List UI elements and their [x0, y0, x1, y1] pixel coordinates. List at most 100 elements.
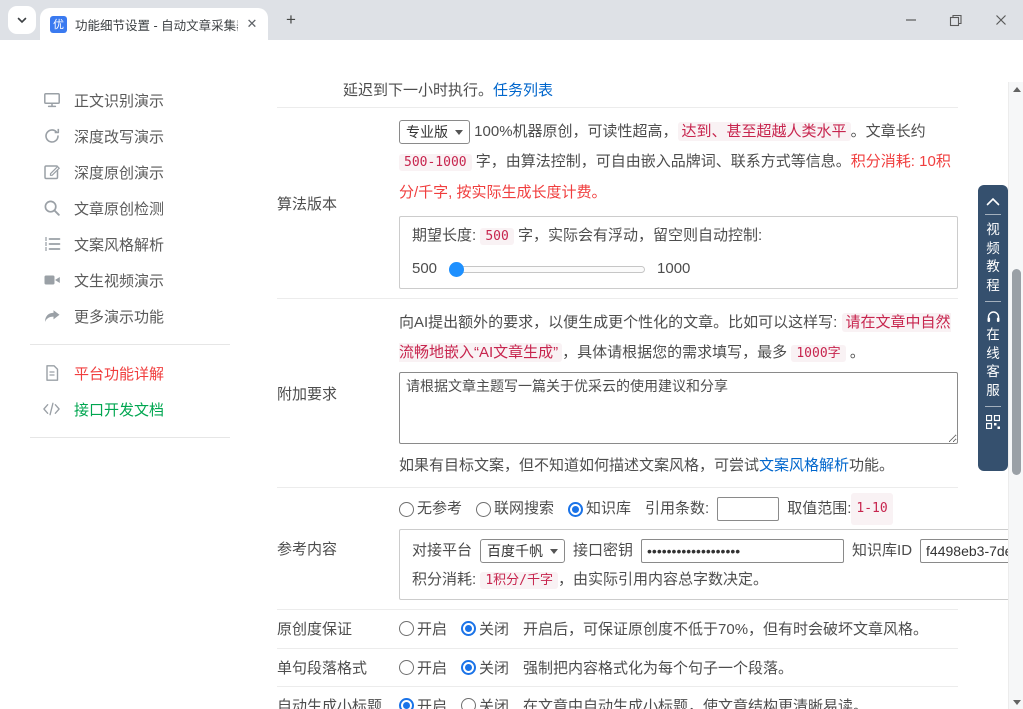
minimize-icon[interactable] — [888, 0, 933, 40]
qr-code-icon[interactable] — [986, 415, 1000, 429]
sidebar-item-label: 深度原创演示 — [74, 162, 164, 183]
expected-length-box: 期望长度: 500 字，实际会有浮动，留空则自动控制: 500 1000 — [399, 216, 958, 289]
style-analysis-link[interactable]: 文案风格解析 — [759, 457, 849, 474]
browser-tab[interactable]: 优 功能细节设置 - 自动文章采集器 ✕ — [40, 8, 268, 40]
row-label: 附加要求 — [277, 308, 399, 478]
toggle-desc: 在文章中自动生成小标题，使文章结构更清晰易读。 — [523, 695, 868, 709]
close-icon[interactable] — [978, 0, 1023, 40]
platform-select[interactable]: 百度千帆 — [480, 539, 565, 563]
radio-originality-on[interactable] — [399, 621, 414, 636]
range-code: 1-10 — [851, 493, 892, 525]
expected-length-code: 500 — [480, 228, 513, 245]
chevron-down-icon — [16, 14, 28, 26]
row-label: 自动生成小标题 — [277, 695, 399, 709]
collapse-chevron-up-icon[interactable] — [986, 197, 1000, 206]
sidebar-item-originality-check[interactable]: 文章原创检测 — [0, 190, 260, 226]
sidebar: 正文识别演示 深度改写演示 深度原创演示 文章原创检测 — [0, 82, 260, 709]
sidebar-item-deep-original[interactable]: 深度原创演示 — [0, 154, 260, 190]
floating-help-panel: 视频教程 视 频 教 程 在线客服 在 线 客 服 — [978, 185, 1008, 471]
radio-web-search[interactable] — [476, 502, 491, 517]
sidebar-item-platform-guide[interactable]: 平台功能详解 — [0, 355, 260, 391]
slider-min-label: 500 — [412, 258, 437, 280]
row-label: 参考内容 — [277, 497, 399, 600]
page-scrollbar[interactable] — [1008, 82, 1023, 709]
sidebar-item-label: 深度改写演示 — [74, 126, 164, 147]
sidebar-item-label: 文生视频演示 — [74, 270, 164, 291]
video-tutorial-char: 视 — [986, 221, 1000, 240]
sidebar-item-label: 正文识别演示 — [74, 90, 164, 111]
row-extra-requirements: 附加要求 向AI提出额外的要求，以便生成更个性化的文章。比如可以这样写: 请在文… — [277, 299, 958, 488]
ref-cost-code: 1积分/千字 — [480, 572, 558, 589]
notice-text: 延迟到下一小时执行。 — [343, 82, 493, 99]
radio-no-reference[interactable] — [399, 502, 414, 517]
restore-icon[interactable] — [933, 0, 978, 40]
settings-form: 延迟到下一小时执行。任务列表 算法版本 专业版 100%机器原创，可读性超高，达… — [277, 82, 958, 709]
sidebar-item-style-analysis[interactable]: 文案风格解析 — [0, 226, 260, 262]
radio-subheadings-on[interactable] — [399, 698, 414, 709]
share-arrow-icon — [42, 307, 61, 326]
platform-label: 对接平台 — [412, 540, 472, 562]
ordered-list-icon — [42, 235, 61, 254]
tab-search-button[interactable] — [8, 6, 36, 34]
algorithm-version-select[interactable]: 专业版 — [399, 120, 470, 144]
task-list-link[interactable]: 任务列表 — [493, 82, 553, 99]
extra-desc: 向AI提出额外的要求，以便生成更个性化的文章。比如可以这样写: — [399, 314, 842, 331]
page-content: 正文识别演示 深度改写演示 深度原创演示 文章原创检测 — [0, 82, 1023, 709]
new-tab-button[interactable]: + — [282, 12, 300, 30]
length-slider[interactable] — [449, 266, 645, 273]
search-icon — [42, 199, 61, 218]
sidebar-item-label: 更多演示功能 — [74, 306, 164, 327]
video-tutorial-button[interactable]: 视频教程 视 频 教 程 — [986, 221, 1000, 295]
tab-title: 功能细节设置 - 自动文章采集器 — [75, 15, 238, 34]
window-controls — [888, 0, 1023, 40]
extra-requirements-textarea[interactable]: 请根据文章主题写一篇关于优采云的使用建议和分享 — [399, 372, 958, 444]
sidebar-item-label: 平台功能详解 — [74, 363, 164, 384]
row-reference-content: 参考内容 无参考 联网搜索 知识库 引用条数: 取值范围: 1-10 — [277, 488, 958, 610]
sidebar-item-more-demos[interactable]: 更多演示功能 — [0, 298, 260, 334]
platform-box: 对接平台 百度千帆 接口密钥 知识库ID 积分消耗: 1积分/千字，由实际引用内… — [399, 529, 1023, 600]
refresh-icon — [42, 127, 61, 146]
algo-desc: 100%机器原创，可读性超高， — [474, 123, 677, 140]
sidebar-item-label: 文案风格解析 — [74, 234, 164, 255]
site-favicon: 优 — [50, 16, 67, 33]
sidebar-item-text-recognition[interactable]: 正文识别演示 — [0, 82, 260, 118]
radio-originality-off[interactable] — [461, 621, 476, 636]
online-service-button[interactable]: 在线客服 在 线 客 服 — [986, 326, 1000, 400]
toggle-desc: 强制把内容格式化为每个句子一个段落。 — [523, 657, 793, 678]
tab-close-icon[interactable]: ✕ — [244, 16, 260, 32]
api-secret-input[interactable] — [641, 539, 844, 563]
chevron-down-icon — [550, 549, 558, 554]
toggle-desc: 开启后，可保证原创度不低于70%，但有时会破坏文章风格。 — [523, 618, 928, 639]
document-icon — [42, 364, 61, 383]
sidebar-item-text-to-video[interactable]: 文生视频演示 — [0, 262, 260, 298]
radio-knowledge-base[interactable] — [568, 502, 583, 517]
row-label: 原创度保证 — [277, 618, 399, 639]
slider-thumb[interactable] — [449, 262, 464, 277]
headset-icon[interactable] — [986, 310, 1001, 324]
radio-paragraph-off[interactable] — [461, 660, 476, 675]
quote-count-input[interactable] — [717, 497, 779, 521]
sidebar-item-api-docs[interactable]: 接口开发文档 — [0, 391, 260, 427]
row-label: 算法版本 — [277, 117, 399, 289]
scroll-down-icon[interactable] — [1009, 695, 1023, 709]
sidebar-divider — [30, 344, 230, 345]
edit-icon — [42, 163, 61, 182]
row-auto-subheadings: 自动生成小标题 开启 关闭 在文章中自动生成小标题，使文章结构更清晰易读。 — [277, 687, 958, 709]
radio-paragraph-on[interactable] — [399, 660, 414, 675]
chevron-down-icon — [455, 130, 463, 135]
schedule-notice: 延迟到下一小时执行。任务列表 — [277, 82, 958, 108]
style-note: 如果有目标文案，但不知道如何描述文案风格，可尝试 — [399, 457, 759, 474]
length-range-code: 500-1000 — [399, 154, 472, 171]
slider-max-label: 1000 — [657, 258, 690, 280]
sidebar-item-deep-rewrite[interactable]: 深度改写演示 — [0, 118, 260, 154]
row-algorithm-version: 算法版本 专业版 100%机器原创，可读性超高，达到、甚至超越人类水平。文章长约… — [277, 108, 958, 299]
row-single-sentence-paragraph: 单句段落格式 开启 关闭 强制把内容格式化为每个句子一个段落。 — [277, 649, 958, 688]
scrollbar-thumb[interactable] — [1012, 269, 1021, 475]
scroll-up-icon[interactable] — [1009, 82, 1023, 96]
browser-toolbar: ucaiyun.com/caiji/settings/ 井 — [0, 40, 1023, 82]
radio-subheadings-off[interactable] — [461, 698, 476, 709]
max-length-code: 1000字 — [791, 345, 845, 362]
sidebar-item-label: 接口开发文档 — [74, 399, 164, 420]
algo-highlight: 达到、甚至超越人类水平 — [678, 122, 851, 141]
monitor-icon — [42, 91, 61, 110]
